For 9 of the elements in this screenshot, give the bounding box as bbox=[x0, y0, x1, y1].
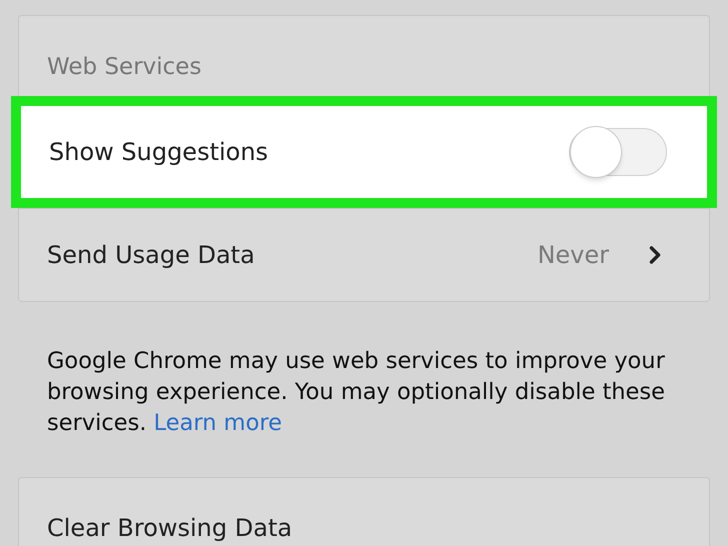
row-value: Never bbox=[537, 240, 609, 271]
row-label: Send Usage Data bbox=[47, 240, 255, 271]
description-text: Google Chrome may use web services to improve your browsing experience. You may optionally disable these services. Learn more bbox=[47, 347, 666, 438]
row-label[interactable]: Clear Browsing Data bbox=[47, 510, 292, 546]
highlight-frame[interactable]: Show Suggestions bbox=[11, 96, 717, 208]
settings-row[interactable]: Send Usage Data Never bbox=[19, 208, 709, 301]
toggle-switch[interactable] bbox=[569, 128, 667, 176]
row-label: Show Suggestions bbox=[49, 137, 268, 168]
section-header: Web Services bbox=[47, 52, 202, 82]
